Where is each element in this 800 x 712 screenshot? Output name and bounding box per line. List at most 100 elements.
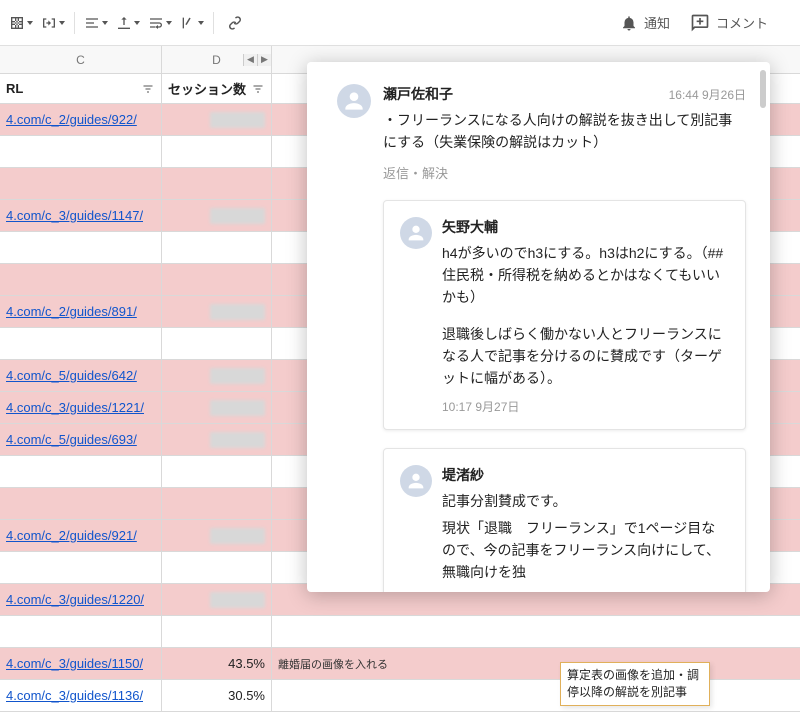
url-link[interactable]: 4.com/c_3/guides/1221/ — [6, 400, 144, 415]
h-align-icon[interactable] — [81, 8, 111, 38]
reply-text: 記事分割賛成です。 — [442, 491, 727, 513]
sessions-cell[interactable] — [162, 296, 272, 327]
url-cell[interactable]: 4.com/c_3/guides/1221/ — [0, 392, 162, 423]
sessions-cell[interactable] — [162, 424, 272, 455]
comment-add-icon — [690, 13, 710, 33]
percent-value: 30.5% — [228, 688, 265, 703]
redacted-value — [210, 592, 265, 608]
url-cell[interactable]: 4.com/c_2/guides/891/ — [0, 296, 162, 327]
url-cell[interactable]: 4.com/c_2/guides/921/ — [0, 520, 162, 551]
avatar — [400, 465, 432, 497]
comment-button[interactable]: コメント — [690, 13, 768, 33]
reply-resolve-actions[interactable]: 返信・解決 — [383, 163, 746, 182]
scrollbar-thumb[interactable] — [760, 70, 766, 108]
url-link[interactable]: 4.com/c_2/guides/891/ — [6, 304, 137, 319]
sessions-cell[interactable]: 30.5% — [162, 680, 272, 711]
filter-icon[interactable] — [141, 82, 155, 96]
reply-card: 矢野大輔 h4が多いのでh3にする。h3はh2にする。（## 住民税・所得税を納… — [383, 200, 746, 429]
filter-icon[interactable] — [251, 82, 265, 96]
url-link[interactable]: 4.com/c_3/guides/1136/ — [6, 688, 143, 703]
redacted-value — [210, 432, 265, 448]
wrap-icon[interactable] — [145, 8, 175, 38]
reply-author: 堤渚紗 — [442, 465, 727, 485]
sessions-cell[interactable] — [162, 264, 272, 295]
redacted-value — [210, 528, 265, 544]
notifications-button[interactable]: 通知 — [620, 13, 670, 32]
sessions-cell[interactable] — [162, 488, 272, 519]
url-link[interactable]: 4.com/c_3/guides/1147/ — [6, 208, 143, 223]
url-link[interactable]: 4.com/c_2/guides/921/ — [6, 528, 137, 543]
col-header-d[interactable]: D ◀▶ — [162, 46, 272, 73]
sessions-cell[interactable] — [162, 232, 272, 263]
cell-note: 算定表の画像を追加・調停以降の解説を別記事 — [560, 662, 710, 706]
reply-card: 堤渚紗 記事分割賛成です。 現状「退職 フリーランス」で1ページ目なので、今の記… — [383, 448, 746, 593]
avatar — [400, 217, 432, 249]
sessions-cell[interactable] — [162, 360, 272, 391]
url-cell[interactable]: 4.com/c_5/guides/642/ — [0, 360, 162, 391]
url-link[interactable]: 4.com/c_3/guides/1150/ — [6, 656, 143, 671]
url-link[interactable]: 4.com/c_5/guides/642/ — [6, 368, 137, 383]
sessions-cell[interactable] — [162, 456, 272, 487]
url-cell[interactable] — [0, 264, 162, 295]
cell-text: 離婚届の画像を入れる — [278, 656, 388, 672]
reply-text: 退職後しばらく働かない人とフリーランスになる人で記事を分けるのに賛成です（ターゲ… — [442, 324, 727, 389]
reply-timestamp: 10:17 9月27日 — [442, 398, 727, 415]
sessions-cell[interactable] — [162, 200, 272, 231]
comment-label: コメント — [716, 13, 768, 32]
url-cell[interactable] — [0, 328, 162, 359]
v-align-icon[interactable] — [113, 8, 143, 38]
redacted-value — [210, 208, 265, 224]
comment-timestamp: 16:44 9月26日 — [669, 86, 746, 103]
url-cell[interactable] — [0, 488, 162, 519]
url-cell[interactable] — [0, 456, 162, 487]
reply-author: 矢野大輔 — [442, 217, 727, 237]
sessions-cell[interactable] — [162, 328, 272, 359]
toolbar: 通知 コメント — [0, 0, 800, 46]
url-cell[interactable]: 4.com/c_3/guides/1150/ — [0, 648, 162, 679]
url-cell[interactable]: 4.com/c_3/guides/1136/ — [0, 680, 162, 711]
rotate-icon[interactable] — [177, 8, 207, 38]
sessions-cell[interactable] — [162, 520, 272, 551]
table-row[interactable] — [0, 616, 800, 648]
url-cell[interactable] — [0, 552, 162, 583]
url-cell[interactable] — [0, 168, 162, 199]
reply-text: h4が多いのでh3にする。h3はh2にする。（## 住民税・所得税を納めるとかは… — [442, 243, 727, 308]
sessions-cell[interactable] — [162, 104, 272, 135]
comment-author: 瀬戸佐和子 — [383, 84, 453, 104]
url-link[interactable]: 4.com/c_3/guides/1220/ — [6, 592, 144, 607]
bell-icon — [620, 14, 638, 32]
url-cell[interactable] — [0, 616, 162, 647]
avatar — [337, 84, 371, 118]
sessions-cell[interactable]: 43.5% — [162, 648, 272, 679]
redacted-value — [210, 112, 265, 128]
url-link[interactable]: 4.com/c_5/guides/693/ — [6, 432, 137, 447]
url-cell[interactable] — [0, 232, 162, 263]
redacted-value — [210, 368, 265, 384]
reply-text: 現状「退職 フリーランス」で1ページ目なので、今の記事をフリーランス向けにして、… — [442, 518, 727, 583]
url-cell[interactable]: 4.com/c_5/guides/693/ — [0, 424, 162, 455]
percent-value: 43.5% — [228, 656, 265, 671]
header-cell-url[interactable]: RL — [0, 74, 162, 103]
sessions-cell[interactable] — [162, 616, 272, 647]
redacted-value — [210, 304, 265, 320]
url-cell[interactable]: 4.com/c_2/guides/922/ — [0, 104, 162, 135]
sessions-cell[interactable] — [162, 168, 272, 199]
sessions-cell[interactable] — [162, 552, 272, 583]
sessions-cell[interactable] — [162, 136, 272, 167]
url-cell[interactable] — [0, 136, 162, 167]
col-nav-arrows[interactable]: ◀▶ — [243, 54, 271, 66]
borders-icon[interactable] — [6, 8, 36, 38]
link-icon[interactable] — [220, 8, 250, 38]
col-header-c[interactable]: C — [0, 46, 162, 73]
comment-panel: 瀬戸佐和子 16:44 9月26日 ・フリーランスになる人向けの解説を抜き出して… — [307, 62, 770, 592]
comment-text: ・フリーランスになる人向けの解説を抜き出して別記事にする（失業保険の解説はカット… — [383, 110, 746, 153]
sessions-cell[interactable] — [162, 392, 272, 423]
url-cell[interactable]: 4.com/c_3/guides/1220/ — [0, 584, 162, 615]
url-link[interactable]: 4.com/c_2/guides/922/ — [6, 112, 137, 127]
merge-icon[interactable] — [38, 8, 68, 38]
redacted-value — [210, 400, 265, 416]
sessions-cell[interactable] — [162, 584, 272, 615]
url-cell[interactable]: 4.com/c_3/guides/1147/ — [0, 200, 162, 231]
notify-label: 通知 — [644, 13, 670, 32]
header-cell-sessions[interactable]: セッション数 — [162, 74, 272, 103]
